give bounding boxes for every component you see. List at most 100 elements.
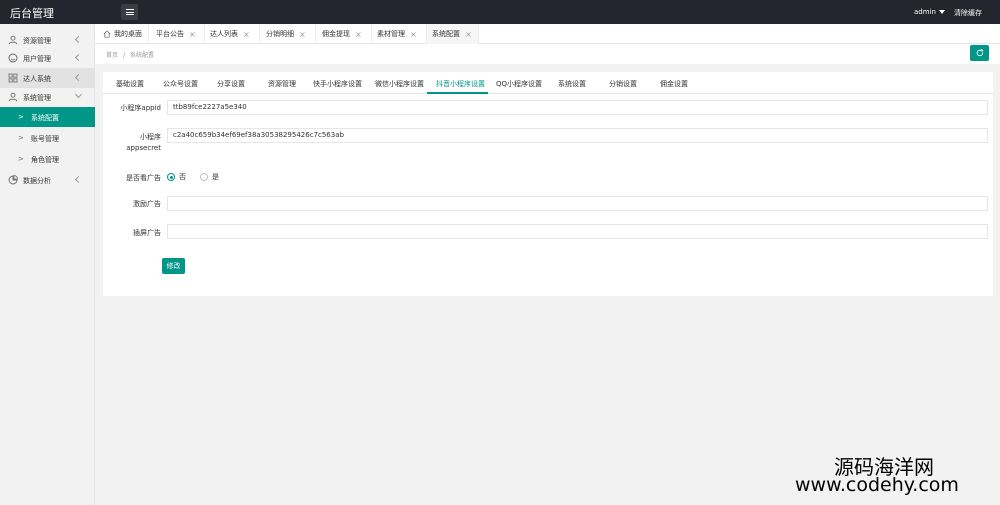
tab-dashboard[interactable]: 我的桌面 [95,24,149,44]
breadcrumb: 首页 / 系统配置 [106,50,154,59]
close-icon[interactable]: × [410,30,417,39]
refresh-icon [976,49,983,57]
appsecret-input[interactable]: c2a40c659b34ef69ef38a30538295426c7c563ab [167,128,988,143]
breadcrumb-current: 系统配置 [130,52,155,59]
chevron-left-icon [74,73,83,82]
settings-tabs: 基础设置 公众号设置 分享设置 资源管理 快手小程序设置 微信小程序设置 抖音小… [103,72,993,94]
reward-ad-input[interactable] [167,196,988,211]
caret-down-icon [938,10,945,14]
sidebar-subitem-accounts[interactable]: > 账号管理 [0,128,95,148]
smile-icon [8,53,18,63]
appid-label: 小程序appid [120,104,161,112]
sidebar-item-label: 系统管理 [23,94,51,102]
radio-option-label: 否 [179,173,186,181]
radio-option-label: 是 [212,173,219,181]
clear-cache-link[interactable]: 清除缓存 [954,8,982,18]
breadcrumb-bar: 首页 / 系统配置 [95,44,1000,64]
sidebar: 资源管理 用户管理 达人系统 系统管理 > 系统配置 > 账号管理 > 角色管理… [0,24,95,505]
close-icon[interactable]: × [299,30,306,39]
tab-label: 平台公告 [156,30,184,38]
close-icon[interactable]: × [355,30,362,39]
chevron-right-icon: > [18,113,24,121]
tab-label: 达人列表 [210,30,238,38]
close-icon[interactable]: × [189,30,196,39]
user-icon [8,92,18,102]
sidebar-subitem-system-config[interactable]: > 系统配置 [0,107,95,127]
appsecret-label: 小程序 appsecret [103,132,161,154]
sidebar-subitem-label: 账号管理 [31,135,59,143]
tab-label: 素材管理 [377,30,405,38]
appid-input[interactable]: ttb89fce2227a5e340 [167,100,988,115]
chevron-right-icon: > [18,134,24,142]
appsecret-label-line2: appsecret [126,144,161,152]
settings-tab-qq[interactable]: QQ小程序设置 [496,79,542,89]
settings-tab-commission[interactable]: 佣金设置 [660,79,688,89]
username: admin [914,8,936,16]
settings-tab-share[interactable]: 分享设置 [217,79,245,89]
sidebar-item-system[interactable]: 系统管理 [0,87,95,107]
sidebar-item-label: 数据分析 [23,177,51,185]
breadcrumb-separator: / [123,52,126,59]
settings-tab-wechat[interactable]: 微信小程序设置 [375,79,424,89]
radio-unchecked-icon[interactable] [200,173,208,181]
tab-label: 系统配置 [432,30,460,38]
sidebar-item-label: 用户管理 [23,55,51,63]
breadcrumb-home[interactable]: 首页 [106,52,118,59]
radio-option-yes[interactable]: 是 [200,172,219,182]
sidebar-subitem-label: 角色管理 [31,156,59,164]
settings-tab-basic[interactable]: 基础设置 [116,79,144,89]
interstitial-ad-input[interactable] [167,224,988,239]
show-ad-label: 是否看广告 [126,174,161,182]
show-ad-radio-group: 否 是 [167,172,233,182]
radio-checked-icon[interactable] [167,173,175,181]
settings-tab-douyin[interactable]: 抖音小程序设置 [436,79,485,89]
tab-materials[interactable]: 素材管理 × [372,24,427,44]
reward-ad-label: 激励广告 [133,200,161,208]
chevron-right-icon: > [18,155,24,163]
watermark-url: www.codehy.com [795,474,959,496]
user-menu[interactable]: admin [914,8,945,16]
radio-option-no[interactable]: 否 [167,172,186,182]
chevron-left-icon [74,35,83,44]
hamburger-icon [125,9,134,15]
tab-commission-withdraw[interactable]: 佣金提现 × [316,24,372,44]
settings-tab-distribution[interactable]: 分销设置 [609,79,637,89]
settings-card: 基础设置 公众号设置 分享设置 资源管理 快手小程序设置 微信小程序设置 抖音小… [103,72,993,296]
close-icon[interactable]: × [243,30,250,39]
settings-tab-kuaishou[interactable]: 快手小程序设置 [313,79,362,89]
sidebar-item-label: 资源管理 [23,37,51,45]
chevron-left-icon [74,175,83,184]
sidebar-item-talent[interactable]: 达人系统 [0,68,95,88]
app-logo: 后台管理 [10,7,54,20]
submit-button[interactable]: 修改 [162,258,185,274]
tab-talent-list[interactable]: 达人列表 × [205,24,260,44]
refresh-button[interactable] [970,45,989,61]
grid-icon [8,73,18,83]
settings-tab-resources[interactable]: 资源管理 [268,79,296,89]
sidebar-subitem-roles[interactable]: > 角色管理 [0,149,95,169]
home-icon [103,30,111,38]
tab-announcements[interactable]: 平台公告 × [149,24,205,44]
active-tab-indicator [427,92,488,94]
chevron-down-icon [74,90,83,99]
appsecret-label-line1: 小程序 [140,133,161,141]
settings-tab-official-account[interactable]: 公众号设置 [163,79,198,89]
chevron-left-icon [74,53,83,62]
sidebar-subitem-label: 系统配置 [31,114,59,122]
settings-tab-system[interactable]: 系统设置 [558,79,586,89]
page-tabs: 我的桌面 平台公告 × 达人列表 × 分销明细 × 佣金提现 × 素材管理 × … [95,24,1000,44]
tab-system-config[interactable]: 系统配置 × [427,24,479,44]
sidebar-item-resources[interactable]: 资源管理 [0,30,95,50]
chart-icon [8,175,18,185]
menu-toggle-button[interactable] [121,4,138,20]
close-icon[interactable]: × [465,30,472,39]
tab-distribution-details[interactable]: 分销明细 × [260,24,316,44]
tab-label: 我的桌面 [114,30,142,38]
sidebar-item-analytics[interactable]: 数据分析 [0,170,95,190]
interstitial-ad-label: 插屏广告 [133,229,161,237]
top-header: 后台管理 admin 清除缓存 [0,0,1000,24]
user-icon [8,35,18,45]
tab-label: 佣金提现 [322,30,350,38]
sidebar-item-users[interactable]: 用户管理 [0,48,95,68]
sidebar-item-label: 达人系统 [23,75,51,83]
